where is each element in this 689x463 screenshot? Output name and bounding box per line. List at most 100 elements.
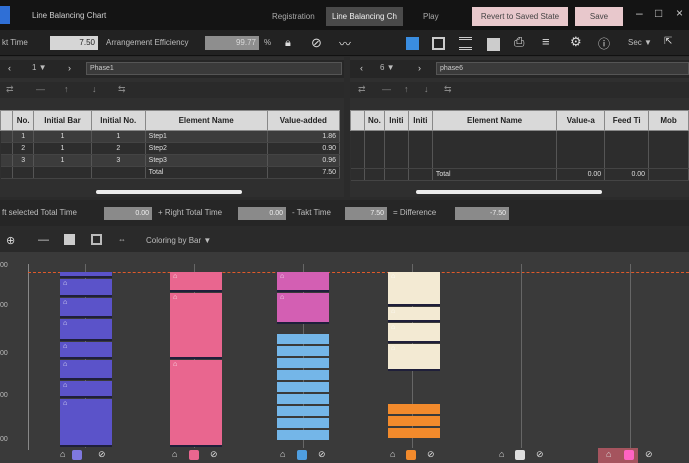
- trend-icon[interactable]: 〰: [339, 35, 351, 52]
- tab-registration[interactable]: Registration: [266, 7, 321, 26]
- prohibit-icon[interactable]: ⊘: [427, 449, 435, 460]
- bar-1-segment[interactable]: [60, 272, 112, 278]
- expand-icon[interactable]: [91, 234, 102, 245]
- tab-play[interactable]: Play: [417, 7, 445, 26]
- bar-1-segment[interactable]: ⌂: [60, 279, 112, 297]
- bar-1-segment[interactable]: ⌂: [60, 399, 112, 447]
- layout-icon[interactable]: [406, 37, 419, 50]
- list-icon[interactable]: [459, 37, 472, 50]
- col-header[interactable]: Element Name: [144, 110, 268, 131]
- stacked-segment[interactable]: [277, 382, 329, 392]
- stacked-segment[interactable]: [277, 430, 329, 440]
- bar-2-segment[interactable]: ⌂: [170, 293, 222, 359]
- save-button[interactable]: Save: [575, 7, 623, 26]
- left-page-select[interactable]: 1 ▼: [32, 61, 47, 75]
- prohibit-icon[interactable]: ⊘: [210, 449, 218, 460]
- bar-color-badge[interactable]: [297, 450, 307, 460]
- remove-bar-icon[interactable]: —: [38, 234, 49, 246]
- table-row[interactable]: 1 1 1 Step1 1.86: [0, 130, 341, 143]
- bar-color-badge[interactable]: [406, 450, 416, 460]
- move-down-icon[interactable]: ↓: [92, 84, 97, 94]
- left-horizontal-scrollbar[interactable]: [96, 190, 242, 194]
- coloring-select[interactable]: Coloring by Bar ▼: [146, 234, 211, 248]
- print-icon[interactable]: ⎙: [514, 34, 524, 50]
- left-phase-name[interactable]: Phase1: [86, 62, 342, 75]
- stacked-segment[interactable]: [388, 404, 440, 414]
- bar-2-segment[interactable]: ⌂: [170, 360, 222, 447]
- remove-row-icon[interactable]: —: [382, 84, 391, 94]
- grid-icon[interactable]: [432, 37, 445, 50]
- col-header[interactable]: No.: [12, 110, 35, 131]
- bar-color-badge[interactable]: [515, 450, 525, 460]
- link-icon[interactable]: ⇔: [118, 235, 126, 244]
- tab-line-balancing[interactable]: Line Balancing Ch: [326, 7, 403, 26]
- col-header[interactable]: Mob: [648, 110, 689, 131]
- col-header[interactable]: Value-a: [556, 110, 606, 131]
- col-header[interactable]: No.: [363, 110, 385, 131]
- next-phase-icon[interactable]: ›: [418, 63, 421, 73]
- remove-row-icon[interactable]: —: [36, 84, 45, 94]
- unit-select[interactable]: Sec ▼: [628, 36, 652, 50]
- col-header[interactable]: Value-added: [266, 110, 341, 131]
- move-up-icon[interactable]: ↑: [64, 84, 69, 94]
- bar-1-segment[interactable]: ⌂: [60, 319, 112, 341]
- export-icon[interactable]: ⇱: [664, 36, 672, 47]
- lock-icon[interactable]: ⌂: [499, 449, 504, 459]
- col-header[interactable]: Initial Bar: [33, 110, 92, 131]
- table-row[interactable]: 2 1 2 Step2 0.90: [0, 142, 341, 155]
- bar-1-segment[interactable]: ⌂: [60, 381, 112, 398]
- minimize-icon[interactable]: –: [636, 6, 643, 20]
- lock-icon[interactable]: ⌂: [172, 449, 177, 459]
- prohibit-icon[interactable]: ⊘: [645, 449, 653, 460]
- bar-1-segment[interactable]: ⌂: [60, 360, 112, 380]
- swap-icon[interactable]: ⇆: [118, 84, 126, 95]
- stacked-segment[interactable]: [277, 418, 329, 428]
- stacked-segment[interactable]: [277, 334, 329, 344]
- prohibit-icon[interactable]: ⊘: [311, 35, 322, 51]
- bar-color-badge[interactable]: [72, 450, 82, 460]
- lock-icon[interactable]: ⌂: [60, 449, 65, 459]
- next-phase-icon[interactable]: ›: [68, 63, 71, 73]
- bar-color-badge[interactable]: [189, 450, 199, 460]
- swap-icon[interactable]: ⇆: [444, 84, 452, 95]
- gear-icon[interactable]: ⚙: [570, 34, 582, 50]
- stacked-segment[interactable]: [388, 428, 440, 438]
- prev-phase-icon[interactable]: ‹: [360, 63, 363, 73]
- bar-2-segment[interactable]: ⌂: [170, 272, 222, 292]
- prev-phase-icon[interactable]: ‹: [8, 63, 11, 73]
- add-row-icon[interactable]: ⇄: [358, 84, 366, 95]
- bar-3-segment[interactable]: ⌂: [277, 272, 329, 292]
- right-horizontal-scrollbar[interactable]: [416, 190, 602, 194]
- bar-1-segment[interactable]: ⌂: [60, 298, 112, 318]
- revert-button[interactable]: Revert to Saved State: [472, 7, 568, 26]
- prohibit-icon[interactable]: ⊘: [536, 449, 544, 460]
- add-bar-icon[interactable]: ⊕: [6, 234, 15, 247]
- info-icon[interactable]: ⓘ: [598, 35, 610, 52]
- lock-icon[interactable]: ⌂: [280, 449, 285, 459]
- lock-icon[interactable]: 🔒︎: [285, 37, 291, 50]
- stacked-segment[interactable]: [388, 416, 440, 426]
- right-page-select[interactable]: 6 ▼: [380, 61, 395, 75]
- move-up-icon[interactable]: ↑: [404, 84, 409, 94]
- bar-4-segment[interactable]: ⌂: [388, 272, 440, 306]
- prohibit-icon[interactable]: ⊘: [98, 449, 106, 460]
- right-phase-name[interactable]: phase6: [436, 62, 689, 75]
- col-header[interactable]: Feed Ti: [604, 110, 650, 131]
- bar-3-segment[interactable]: ⌂: [277, 293, 329, 324]
- col-header[interactable]: Initi: [407, 110, 433, 131]
- bar-color-badge[interactable]: [624, 450, 634, 460]
- bar-4-segment[interactable]: ⌂: [388, 344, 440, 371]
- table-row[interactable]: 3 1 3 Step3 0.96: [0, 154, 341, 167]
- stacked-segment[interactable]: [277, 370, 329, 380]
- prohibit-icon[interactable]: ⊘: [318, 449, 326, 460]
- fit-icon[interactable]: [64, 234, 75, 245]
- window-icon[interactable]: [487, 38, 500, 51]
- maximize-icon[interactable]: □: [655, 6, 662, 20]
- stacked-segment[interactable]: [277, 406, 329, 416]
- stacked-segment[interactable]: [277, 394, 329, 404]
- move-down-icon[interactable]: ↓: [424, 84, 429, 94]
- stacked-segment[interactable]: [277, 346, 329, 356]
- bar-4-segment[interactable]: ⌂: [388, 323, 440, 343]
- lock-icon[interactable]: ⌂: [390, 449, 395, 459]
- lock-icon[interactable]: ⌂: [606, 449, 611, 459]
